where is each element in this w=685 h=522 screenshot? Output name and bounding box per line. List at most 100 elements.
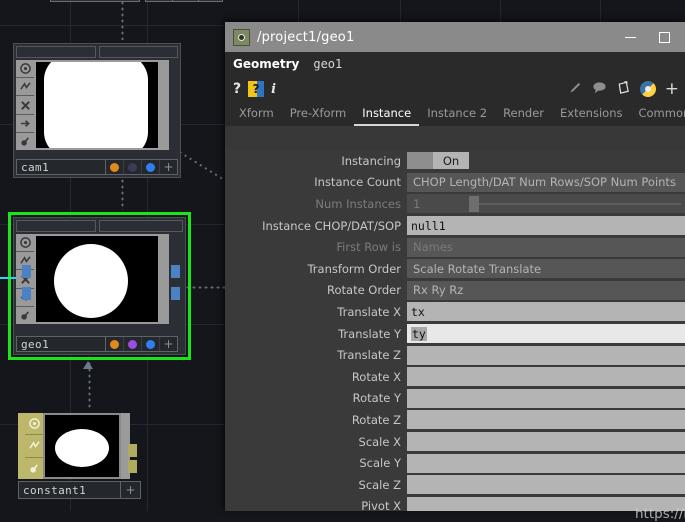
add-parameter-icon[interactable]: + — [665, 80, 679, 98]
node-flag-dots[interactable]: + — [106, 159, 178, 175]
parameter-text-input[interactable] — [407, 496, 685, 511]
parameter-list[interactable]: Instancing On Instance Count CHOP Length/DA… — [225, 150, 685, 511]
dot-cell[interactable] — [106, 337, 124, 351]
node-right-bar — [160, 60, 169, 150]
output-connector[interactable] — [171, 287, 180, 300]
toggle-knob — [407, 152, 433, 170]
node-flag-column[interactable] — [16, 234, 34, 324]
node-flag-column[interactable] — [16, 60, 34, 150]
python-icon[interactable] — [639, 81, 656, 97]
node-name-row[interactable]: geo1 + — [16, 336, 178, 352]
maximize-button[interactable] — [647, 22, 681, 52]
instancing-toggle[interactable]: On — [407, 152, 469, 170]
tab-render[interactable]: Render — [495, 102, 552, 126]
viewer-flag-icon[interactable] — [16, 234, 34, 253]
parameter-window[interactable]: /project1/geo1 Geometry geo1 ? ? i + Xfo… — [225, 22, 685, 522]
tab-extensions[interactable]: Extensions — [552, 102, 630, 126]
input-connector[interactable] — [22, 265, 31, 278]
tab-instance[interactable]: Instance — [354, 102, 420, 126]
node-body — [16, 234, 178, 324]
node-name-row[interactable]: constant1 + — [18, 481, 141, 499]
tab-common[interactable]: Common — [630, 102, 685, 126]
node-cam1[interactable]: cam1 + — [13, 43, 181, 178]
dot-cell[interactable] — [106, 160, 124, 174]
node-constant1[interactable]: constant1 + — [15, 410, 163, 502]
op-help-icon[interactable]: ? — [248, 81, 265, 97]
tab-instance-2[interactable]: Instance 2 — [419, 102, 495, 126]
comment-icon[interactable] — [592, 80, 607, 98]
animation-flag-icon[interactable] — [16, 78, 34, 97]
dot-cell[interactable]: + — [160, 160, 177, 174]
render-flag-icon[interactable] — [16, 115, 34, 133]
parameter-text-input[interactable] — [407, 367, 685, 387]
node-name-row[interactable]: cam1 + — [16, 159, 178, 175]
lock-flag-icon[interactable] — [16, 133, 34, 150]
tab-xform[interactable]: Xform — [231, 102, 282, 126]
parameter-text-input[interactable] — [407, 453, 685, 473]
parameter-text-input[interactable] — [407, 432, 685, 452]
num-instances-slider[interactable]: 1 — [407, 194, 685, 214]
parameter-tabs[interactable]: Xform Pre-Xform Instance Instance 2 Render Ex… — [225, 102, 685, 126]
output-connector[interactable] — [171, 265, 180, 278]
node-body — [18, 413, 160, 479]
parameter-text-input[interactable] — [407, 475, 685, 495]
viewer-flag-icon[interactable] — [25, 413, 43, 436]
parameter-text-input[interactable]: tx — [407, 302, 685, 322]
thumbnail-shape — [44, 62, 148, 148]
parameter-label: Translate X — [337, 304, 401, 319]
dot-cell[interactable]: + — [160, 337, 177, 351]
offscreen-node-fragment — [50, 0, 140, 2]
parameter-text-input[interactable]: null1 — [407, 216, 685, 236]
parameter-label: Instance Count — [314, 175, 401, 190]
parameter-text-input[interactable] — [407, 345, 685, 365]
parameter-field-wrap — [407, 475, 685, 495]
output-connector[interactable] — [128, 444, 137, 457]
parameter-text-input[interactable] — [407, 388, 685, 408]
clipboard-icon[interactable] — [616, 80, 631, 98]
window-title-bar[interactable]: /project1/geo1 — [225, 22, 685, 52]
parameter-text-input[interactable]: ty — [407, 324, 685, 344]
parameter-label: Transform Order — [307, 261, 401, 276]
parameter-dropdown[interactable]: CHOP Length/DAT Num Rows/SOP Num Points — [407, 172, 685, 192]
dot-cell[interactable] — [142, 160, 160, 174]
info-icon[interactable]: i — [271, 82, 276, 97]
node-flag-dots[interactable]: + — [106, 336, 178, 352]
help-question-icon[interactable]: ? — [233, 81, 241, 97]
output-connector[interactable] — [128, 460, 137, 473]
parameter-row: Scale X — [225, 431, 685, 453]
dot-cell[interactable] — [142, 337, 160, 351]
node-viewer-thumbnail[interactable] — [34, 234, 160, 324]
parameter-row: Scale Z — [225, 474, 685, 496]
parameter-text-input[interactable] — [407, 410, 685, 430]
viewer-flag-icon[interactable] — [16, 60, 34, 79]
lock-flag-icon[interactable] — [16, 307, 34, 324]
parameter-dropdown[interactable]: Scale Rotate Translate — [407, 259, 685, 279]
parameter-field-wrap: Scale Rotate Translate — [407, 259, 685, 279]
node-name-label: constant1 — [18, 481, 121, 499]
minimize-button[interactable] — [613, 22, 647, 52]
dot-cell[interactable] — [124, 160, 142, 174]
slider-handle[interactable] — [469, 195, 479, 212]
parameter-dropdown[interactable]: Names — [407, 237, 685, 257]
animation-flag-icon[interactable] — [25, 435, 43, 458]
parameter-toolbar[interactable]: ? ? i + — [225, 76, 685, 102]
input-connector[interactable] — [22, 287, 31, 300]
node-flag-column[interactable] — [25, 413, 43, 479]
node-geo1[interactable]: geo1 + — [8, 212, 191, 360]
thumbnail-shape — [55, 429, 109, 467]
parameter-row: Rotate X — [225, 366, 685, 388]
parameter-dropdown[interactable]: Rx Ry Rz — [407, 280, 685, 300]
dot-cell[interactable] — [124, 337, 142, 351]
parameter-label: Translate Z — [337, 348, 401, 363]
slider-track[interactable] — [469, 195, 681, 212]
parameter-row: Pivot X — [225, 496, 685, 511]
edit-pencil-icon[interactable] — [568, 80, 583, 98]
node-viewer-thumbnail[interactable] — [34, 60, 160, 150]
lock-flag-icon[interactable] — [25, 458, 43, 479]
offscreen-node-divider — [172, 0, 173, 2]
node-flag-dots[interactable]: + — [121, 481, 141, 499]
node-viewer-thumbnail[interactable] — [43, 413, 121, 479]
bypass-flag-icon[interactable] — [16, 96, 34, 115]
tab-pre-xform[interactable]: Pre-Xform — [282, 102, 355, 126]
dot-cell[interactable]: + — [121, 482, 140, 498]
